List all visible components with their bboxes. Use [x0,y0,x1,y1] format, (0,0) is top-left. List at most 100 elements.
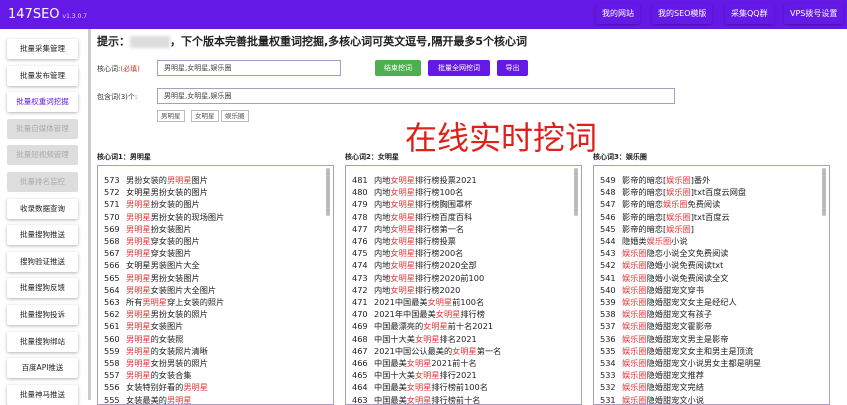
item-text: 内地女明星排行榜投票 [374,236,456,246]
item-text: 内地女明星排行榜2020全部 [374,260,477,271]
sidebar-item[interactable]: 批量权重词挖掘 [7,92,78,113]
item-number: 569 [104,223,120,234]
include-input[interactable]: 男明星,女明星,娱乐圈 [157,88,675,104]
scrollbar[interactable] [326,168,330,216]
item-number: 544 [600,236,616,246]
sidebar-item[interactable]: 批量搜狗推送 [7,225,78,246]
keyword-highlight: 男明星 [126,321,151,332]
item-text: 男明星男扮女装图片 [126,272,200,283]
item-number: 546 [600,211,616,222]
list-item: 545 影帝的暗恋[娱乐圈] [600,223,694,235]
tag[interactable]: 男明星 [157,110,185,122]
list-item: 473 内地女明星排行榜2020前100 [352,272,484,284]
core-label-text: 核心词: [97,65,121,73]
item-number: 540 [600,284,616,295]
sidebar-item[interactable]: 收录数据查询 [7,198,78,219]
keyword-highlight: 女明星 [406,382,432,393]
item-number: 533 [600,370,616,381]
keyword-highlight: 女明星 [423,321,448,332]
list-item: 465 中国十大美女明星排行2021 [352,369,477,381]
keyword-highlight: 娱乐圈 [622,248,647,259]
sidebar-item[interactable]: 批量搜狗绑站 [7,331,78,352]
keyword-list[interactable]: 573 男扮女装的男明星图片 572 女明星男扮女装的图片 571 男明星扮女装的图片 57… [97,165,334,405]
keyword-highlight: 娱乐圈 [622,297,647,307]
item-text: 娱乐圈隐恋小说全文免费阅读 [622,248,729,259]
core-word-input[interactable]: 男明星,女明星,娱乐圈 [157,60,341,76]
batch-mining-button[interactable]: 批量全网挖词 [428,60,490,76]
include-label: 包含词(3)个: [97,93,138,101]
item-number: 467 [352,345,368,356]
item-text: 娱乐圈隐婚甜宠文霍影帝 [622,321,713,332]
item-number: 566 [104,260,120,271]
item-text: 所有男明星穿上女装的照片 [126,297,225,307]
item-text: 娱乐圈隐婚甜宠文有孩子 [622,309,713,320]
export-button[interactable]: 导出 [497,60,528,76]
item-text: 2021中国公认最美的女明星第一名 [374,345,502,356]
sidebar-item: 批量排名监控 [7,172,78,192]
list-item: 556 女装特别好看的男明星 [104,381,208,393]
item-text: 男明星男扮女装的现场图片 [126,211,225,222]
sidebar-item[interactable]: 批量神马推送 [7,384,78,405]
nav-seo-templates[interactable]: 我的SEO模版 [652,4,712,24]
list-item: 542 娱乐圈隐婚小说免费阅读txt [600,259,723,271]
item-text: 娱乐圈隐婚甜宠文女主是经纪人 [622,297,737,307]
list-item: 474 内地女明星排行榜2020全部 [352,259,477,271]
keyword-highlight: 男明星 [166,175,192,185]
item-text: 女装特别好看的男明星 [126,382,208,393]
stop-mining-button[interactable]: 结束挖词 [375,60,421,76]
list-item: 560 男明星的女装照 [104,333,183,345]
item-number: 477 [352,223,368,234]
scrollbar[interactable] [822,168,826,216]
item-number: 470 [352,309,368,320]
item-number: 571 [104,199,120,210]
list-item: 479 内地女明星排行榜胸围罩杯 [352,198,472,210]
sidebar: 批量采集管理 批量发布管理 批量权重词挖掘 批量自媒体管理 批量短视频管理 批量排名监控收… [0,29,88,405]
list-item: 480 内地女明星排行榜100名 [352,186,463,198]
keyword-highlight: 娱乐圈 [622,321,647,332]
list-item: 547 影帝的暗恋娱乐圈免费阅读 [600,198,720,210]
keyword-highlight: 娱乐圈 [622,370,647,381]
list-item: 564 男明星女装图片大全图片 [104,284,216,296]
item-number: 539 [600,297,616,307]
item-number: 472 [352,284,368,295]
item-text: 娱乐圈隐婚甜宠文小说男女主都是明星 [622,358,762,368]
nav-qq-group[interactable]: 采集QQ群 [725,4,774,24]
item-number: 471 [352,297,368,307]
nav-my-sites[interactable]: 我的网站 [596,4,640,24]
item-number: 545 [600,223,616,234]
list-item: 558 男明星女扮男装的照片 [104,357,208,369]
sidebar-item[interactable]: 批量搜狗投诉 [7,305,78,325]
list-item: 536 娱乐圈隐婚甜宠文男主是影帝 [600,333,728,345]
tag[interactable]: 娱乐圈 [221,110,249,122]
item-number: 547 [600,199,616,210]
logo: 147SEO v1.3.0.7 [8,7,87,22]
tag[interactable]: 女明星 [191,110,219,122]
sidebar-item[interactable]: 百度API推送 [7,358,78,379]
keyword-highlight: 女明星 [390,284,415,295]
sidebar-item[interactable]: 批量发布管理 [7,65,78,86]
list-item: 539 娱乐圈隐婚甜宠文女主是经纪人 [600,296,737,308]
list-item: 565 男明星男扮女装图片 [104,272,200,284]
list-item: 557 男明星的女装合集 [104,369,192,381]
nav-vps-settings[interactable]: VPS拨号设置 [784,4,843,24]
item-text: 内地女明星排行榜2020 [374,284,461,295]
item-text: 男明星扮女装的图片 [126,199,200,210]
item-number: 543 [600,248,616,259]
sidebar-item[interactable]: 批量采集管理 [7,39,78,59]
item-number: 480 [352,187,368,198]
keyword-highlight: 娱乐圈 [646,236,672,246]
blurred-text [130,36,170,48]
scrollbar[interactable] [574,168,578,216]
keyword-list[interactable]: 481 内地女明星排行榜投票2021 480 内地女明星排行榜100名 479 内地女明星… [345,165,582,405]
list-item: 570 男明星男扮女装的现场图片 [104,211,224,223]
keyword-list[interactable]: 549 影帝的暗恋[娱乐圈]番外 548 影帝的暗恋[娱乐圈]txt百度云网盘 547 影… [593,165,830,405]
list-item: 541 娱乐圈隐婚小说免费阅读全文 [600,272,728,284]
sidebar-item[interactable]: 搜狗验证推送 [7,251,78,272]
sidebar-scrollbar[interactable] [88,29,91,400]
item-text: 内地女明星排行榜胸围罩杯 [374,199,473,210]
item-text: 影帝的暗恋娱乐圈免费阅读 [622,199,721,210]
list-item: 573 男扮女装的男明星图片 [104,174,208,186]
list-item: 572 女明星男扮女装的图片 [104,186,208,198]
sidebar-item[interactable]: 批量搜狗反馈 [7,278,78,299]
list-item: 535 娱乐圈隐婚甜宠文女主和男主是顶流 [600,345,753,357]
